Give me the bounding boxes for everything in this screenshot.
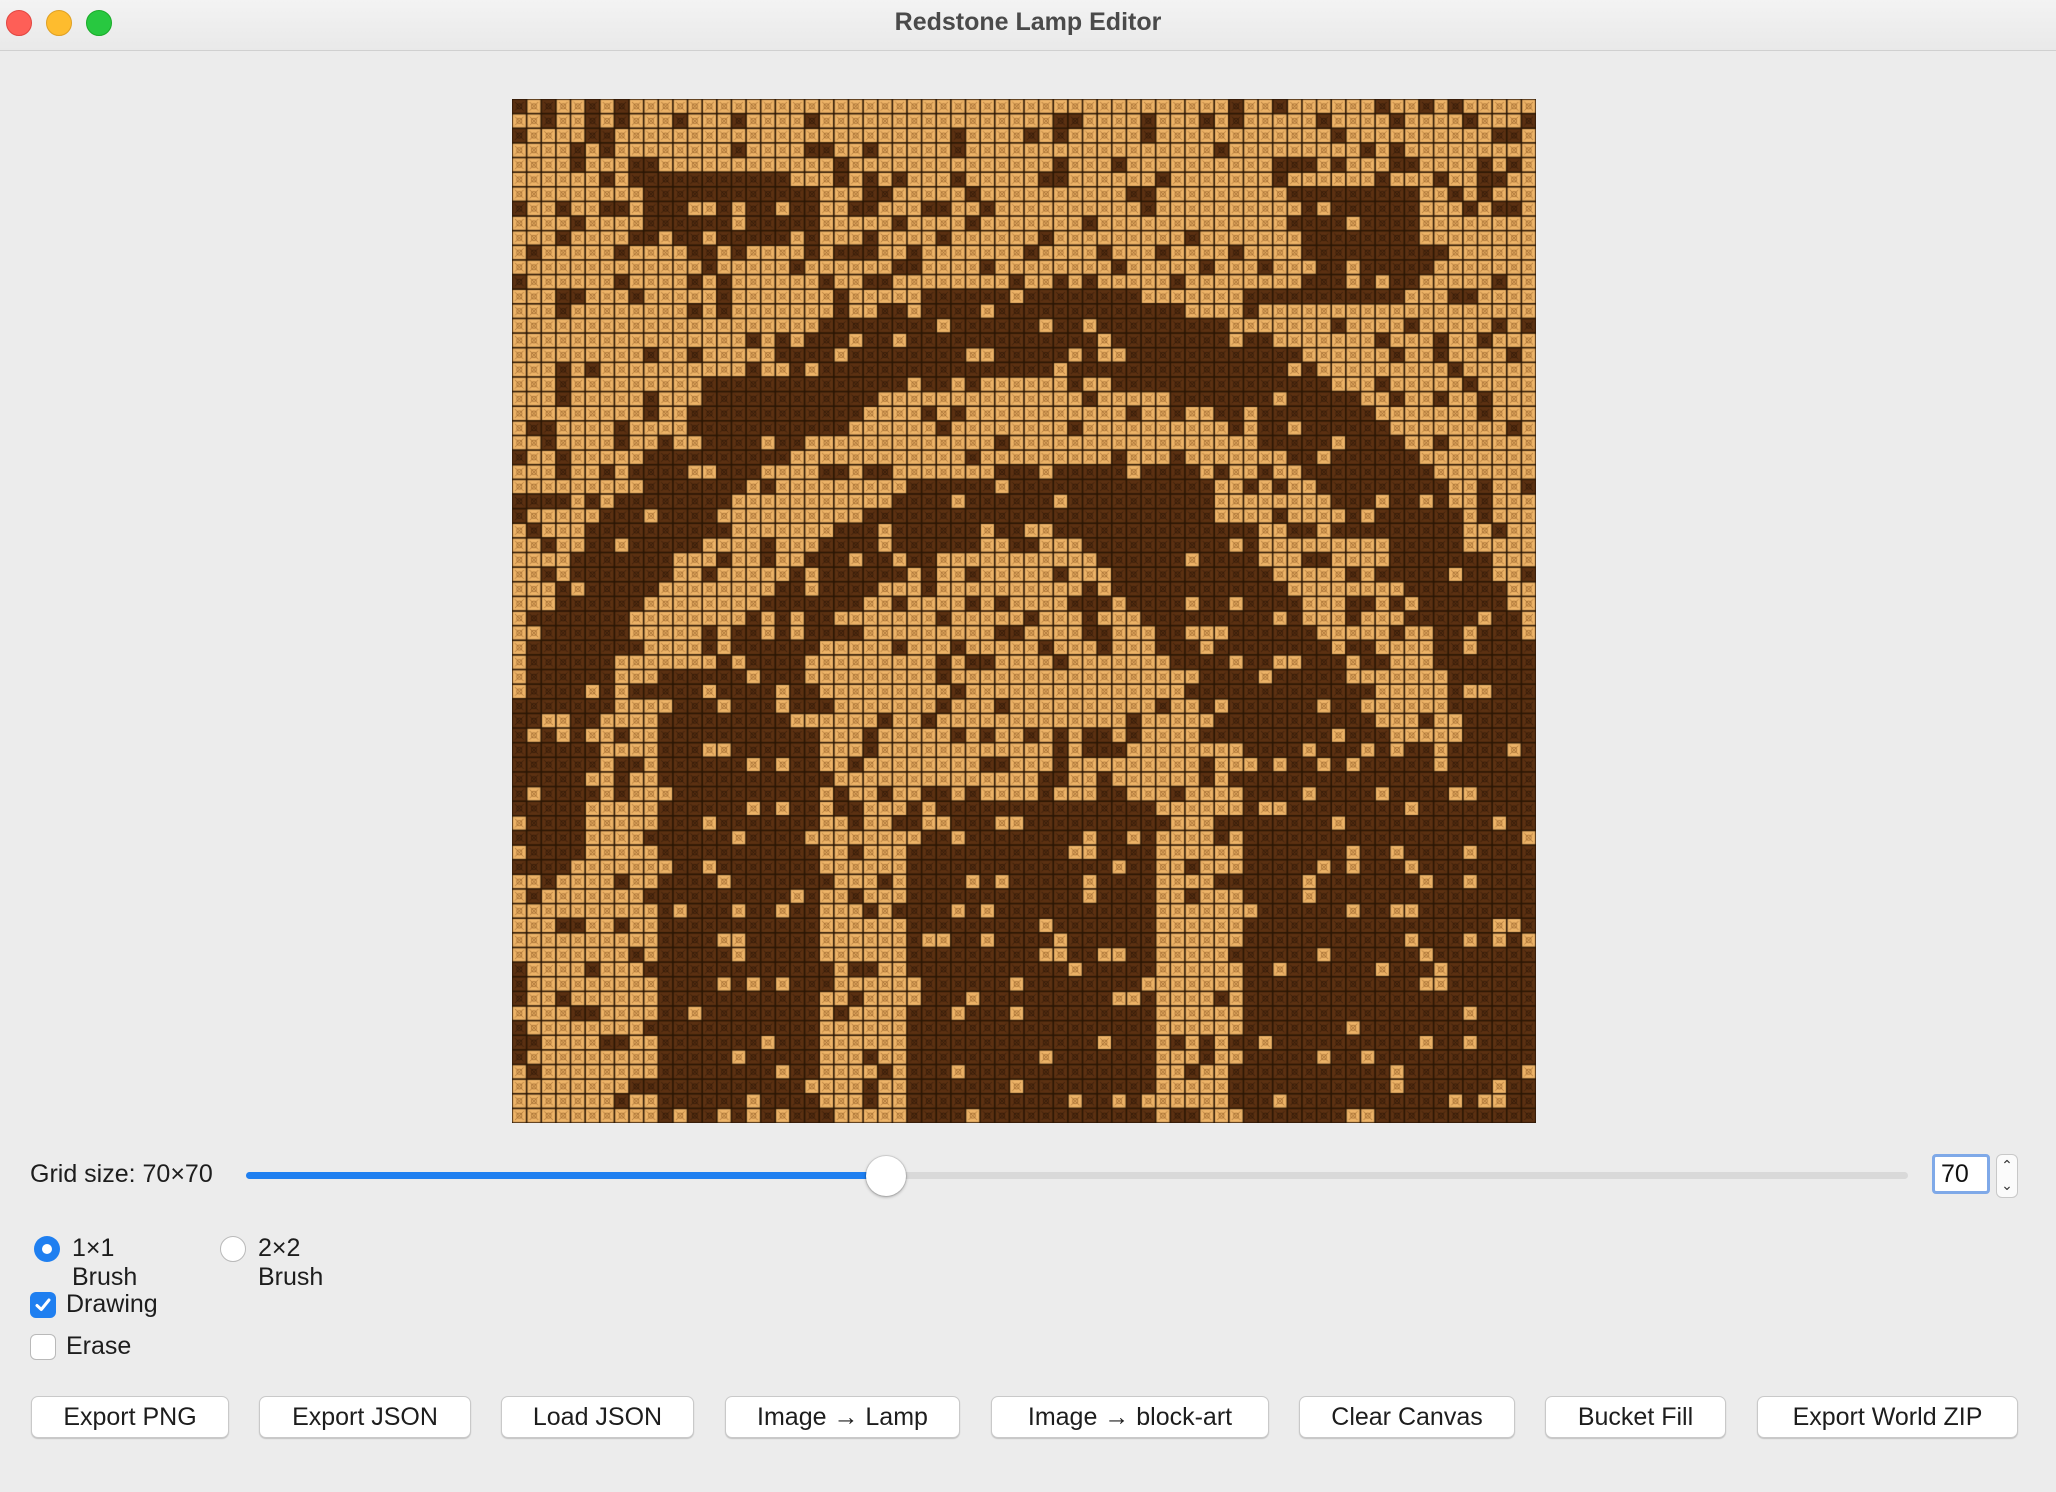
erase-label[interactable]: Erase (66, 1332, 131, 1361)
image-to-lamp-button[interactable]: Image → Lamp (725, 1396, 960, 1438)
lamp-grid[interactable] (512, 99, 1536, 1123)
checkmark-icon (35, 1298, 51, 1311)
drawing-checkbox[interactable] (30, 1292, 56, 1318)
grid-size-spin-input[interactable] (1932, 1154, 1990, 1194)
bucket-fill-button[interactable]: Bucket Fill (1545, 1396, 1726, 1438)
brush-2x2-label[interactable]: 2×2 Brush (258, 1234, 323, 1292)
chevron-up-icon[interactable]: ⌃ (1997, 1155, 2017, 1175)
grid-size-slider[interactable] (246, 1156, 1908, 1196)
clear-canvas-button[interactable]: Clear Canvas (1299, 1396, 1515, 1438)
brush-1x1-label[interactable]: 1×1 Brush (72, 1234, 137, 1292)
export-png-button[interactable]: Export PNG (31, 1396, 229, 1438)
slider-thumb[interactable] (865, 1156, 906, 1196)
drawing-label[interactable]: Drawing (66, 1290, 158, 1319)
chevron-down-icon[interactable]: ⌄ (1997, 1175, 2017, 1195)
image-to-block-art-button[interactable]: Image → block-art (991, 1396, 1269, 1438)
window-title: Redstone Lamp Editor (894, 8, 1162, 36)
title-bar: Redstone Lamp Editor (0, 0, 2056, 51)
lamp-canvas[interactable] (512, 99, 1536, 1123)
load-json-button[interactable]: Load JSON (501, 1396, 694, 1438)
export-world-zip-button[interactable]: Export World ZIP (1757, 1396, 2018, 1438)
brush-1x1-radio[interactable] (34, 1236, 60, 1262)
brush-2x2-radio[interactable] (220, 1236, 246, 1262)
export-json-button[interactable]: Export JSON (259, 1396, 471, 1438)
grid-size-label: Grid size: 70×70 (30, 1160, 213, 1188)
slider-fill (246, 1172, 886, 1179)
erase-checkbox[interactable] (30, 1334, 56, 1360)
grid-size-stepper[interactable]: ⌃ ⌄ (1996, 1154, 2018, 1198)
